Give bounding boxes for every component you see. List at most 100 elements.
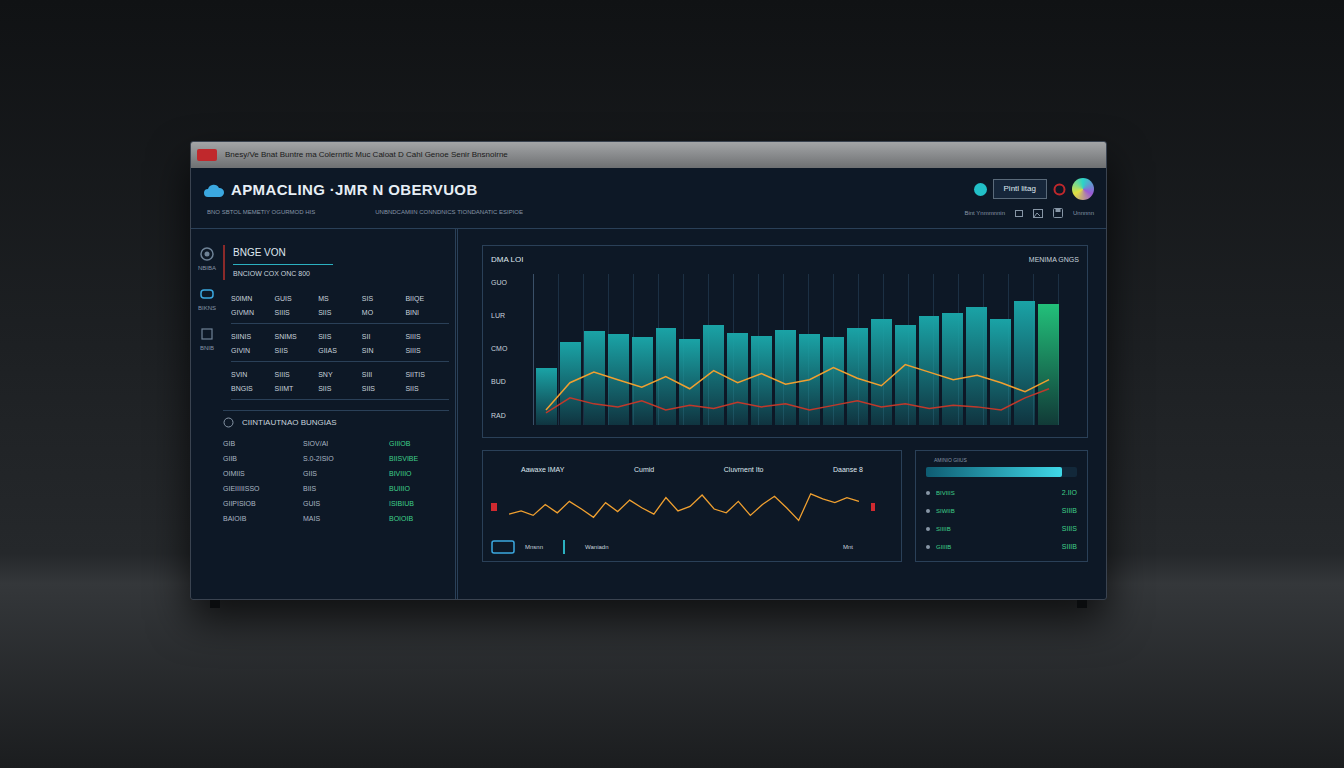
dashboard-title: APMACLING ·JMR N OBERVUOB [231, 179, 478, 202]
trend-label: Aawaxe IMAY [521, 465, 564, 476]
table-row[interactable]: BNGISSIIMTSIISSIISSIIS [231, 384, 449, 400]
table-cell: GIVMN [231, 308, 275, 319]
main-area: DMA LOIMENIMA GNGSGUOLURCMOBUDRADAawaxe … [458, 229, 1106, 599]
header-link[interactable]: Bint Ynmmnnin [964, 209, 1005, 218]
bar[interactable] [584, 331, 605, 425]
sidebar-item[interactable]: BIKNS [198, 287, 216, 313]
marker-icon [871, 503, 875, 511]
footer-label[interactable]: Mnt [843, 543, 853, 552]
overview-section: BNGE VONBNCIOW COX ONC 800 S0IMNGUISMSSIS… [223, 229, 449, 406]
customers-title: CIINTIAUTNAO BUNGIAS [242, 417, 337, 429]
footer-label[interactable]: Mnsnn [525, 543, 543, 552]
bar[interactable] [1038, 304, 1059, 425]
left-panel: NBIBA BIKNS BNIB BNGE VONBNCIOW COX ONC 800… [191, 229, 458, 599]
table-row[interactable]: GIEIIIIISSOBIISBUIIIO [223, 482, 449, 497]
table-row[interactable]: BAIOIBMAISBOIOIB [223, 512, 449, 527]
bar[interactable] [847, 328, 868, 425]
bar[interactable] [632, 337, 653, 425]
table-cell: GUIS [275, 294, 319, 305]
table-cell: SIOV/AI [303, 439, 389, 450]
table-cell: GUIS [303, 499, 389, 510]
table-cell: SIS [362, 294, 406, 305]
table-row[interactable]: SIINISSNIMSSIISSIISIIIS [231, 330, 449, 346]
subtitle: BNO SBTOL MEMETIY OGURMOD HIS [207, 208, 315, 217]
bar[interactable] [942, 313, 963, 425]
record-icon[interactable] [1053, 183, 1066, 196]
cloud-icon [203, 184, 225, 198]
bullet-icon [926, 509, 930, 513]
table-row[interactable]: GIBSIOV/AIGIIIOB [223, 437, 449, 452]
table-cell: BIIQE [405, 294, 449, 305]
summary-row-value: SIIIB [1062, 506, 1077, 517]
menu-icon [200, 327, 214, 341]
table-row[interactable]: SVINSIIISSNYSIIISIITIS [231, 368, 449, 384]
image-icon[interactable] [1033, 209, 1043, 218]
overview-table: S0IMNGUISMSSISBIIQEGIVMNSIIISSIISMOBINIS… [223, 292, 449, 406]
table-cell: SIIIS [405, 346, 449, 357]
table-cell: GIB [223, 439, 303, 450]
sidebar-label[interactable]: BIKNS [198, 304, 216, 313]
menu-icon [200, 287, 214, 301]
table-row[interactable]: GIIBS.0-2ISIOBIISVIBE [223, 452, 449, 467]
table-cell: MAIS [303, 514, 389, 525]
bar[interactable] [823, 337, 844, 425]
bar[interactable] [895, 325, 916, 425]
table-row[interactable]: S0IMNGUISMSSISBIIQE [231, 292, 449, 308]
sidebar-item[interactable]: NBIBA [198, 247, 216, 273]
sidebar-label[interactable]: NBIBA [198, 264, 216, 273]
table-cell: GIIS [303, 469, 389, 480]
table-cell: SIIIS [405, 332, 449, 343]
trend-label: Daanse 8 [833, 465, 863, 476]
table-cell: SIIMT [275, 384, 319, 395]
table-cell: SVIN [231, 370, 275, 381]
overview-header: BNGE VONBNCIOW COX ONC 800 [223, 245, 449, 280]
table-cell: BINI [405, 308, 449, 319]
table-cell: SNIMS [275, 332, 319, 343]
bottom-row: Aawaxe IMAYCumidCluvrnent ItoDaanse 8Mns… [482, 450, 1088, 562]
header-button[interactable]: Pintl litag [993, 179, 1047, 199]
bullet-icon [926, 491, 930, 495]
footer-label[interactable]: Waniadn [585, 543, 608, 552]
bar[interactable] [871, 319, 892, 425]
table-row[interactable]: GIIPISIOBGUISISIBIUB [223, 497, 449, 512]
window-title: Bnesy/Ve Bnat Buntre ma Colernrtic Muc C… [225, 149, 508, 161]
profile-icon[interactable] [1072, 178, 1094, 200]
screen-icon[interactable] [491, 540, 515, 554]
table-row[interactable]: OIMIISGIISBIVIIIO [223, 467, 449, 482]
note: UNBNDCAMIIN CONNDNICS TIONDANATIC ESIPIO… [375, 208, 523, 217]
table-cell: SIIS [405, 384, 449, 395]
sidebar: NBIBA BIKNS BNIB [191, 229, 223, 599]
sidebar-item[interactable]: BNIB [200, 327, 214, 353]
bar[interactable] [536, 368, 557, 425]
bar[interactable] [751, 336, 772, 425]
bar[interactable] [775, 330, 796, 425]
y-tick: CMO [491, 344, 533, 355]
stand-foot [1077, 600, 1087, 608]
table-row[interactable]: GIVMNSIIISSIISMOBINI [231, 308, 449, 324]
summary-row[interactable]: BIVIIIS2.IIO [926, 485, 1077, 501]
summary-rows: BIVIIIS2.IIO SIWIIBSIIIB SIIIIBSIIIS GIIIIB… [926, 485, 1077, 555]
bar[interactable] [560, 342, 581, 425]
summary-row[interactable]: GIIIIBSIIIB [926, 539, 1077, 555]
status-dot-icon [974, 183, 987, 196]
table-cell: SIN [362, 346, 406, 357]
table-cell: MS [318, 294, 362, 305]
table-cell: GIIB [223, 454, 303, 465]
summary-row[interactable]: SIWIIBSIIIB [926, 503, 1077, 519]
chart-body: GUOLURCMOBUDRAD [491, 274, 1079, 425]
table-row[interactable]: GIVINSIISGIIASSINSIIIS [231, 346, 449, 362]
summary-row[interactable]: SIIIIBSIIIS [926, 521, 1077, 537]
overview-title: BNGE VON [233, 245, 449, 260]
header-link[interactable]: Unnnnn [1073, 209, 1094, 218]
trend-label: Cumid [634, 465, 654, 476]
bar[interactable] [1014, 301, 1035, 425]
sidebar-label[interactable]: BNIB [200, 344, 214, 353]
table-cell: SIIIS [275, 370, 319, 381]
window-icon[interactable] [1015, 210, 1023, 217]
summary-row-value: 2.IIO [1062, 488, 1077, 499]
bar[interactable] [679, 339, 700, 425]
save-icon[interactable] [1053, 208, 1063, 218]
app-icon [197, 149, 217, 161]
table-cell: GIEIIIIISSO [223, 484, 303, 495]
table-cell: S0IMN [231, 294, 275, 305]
